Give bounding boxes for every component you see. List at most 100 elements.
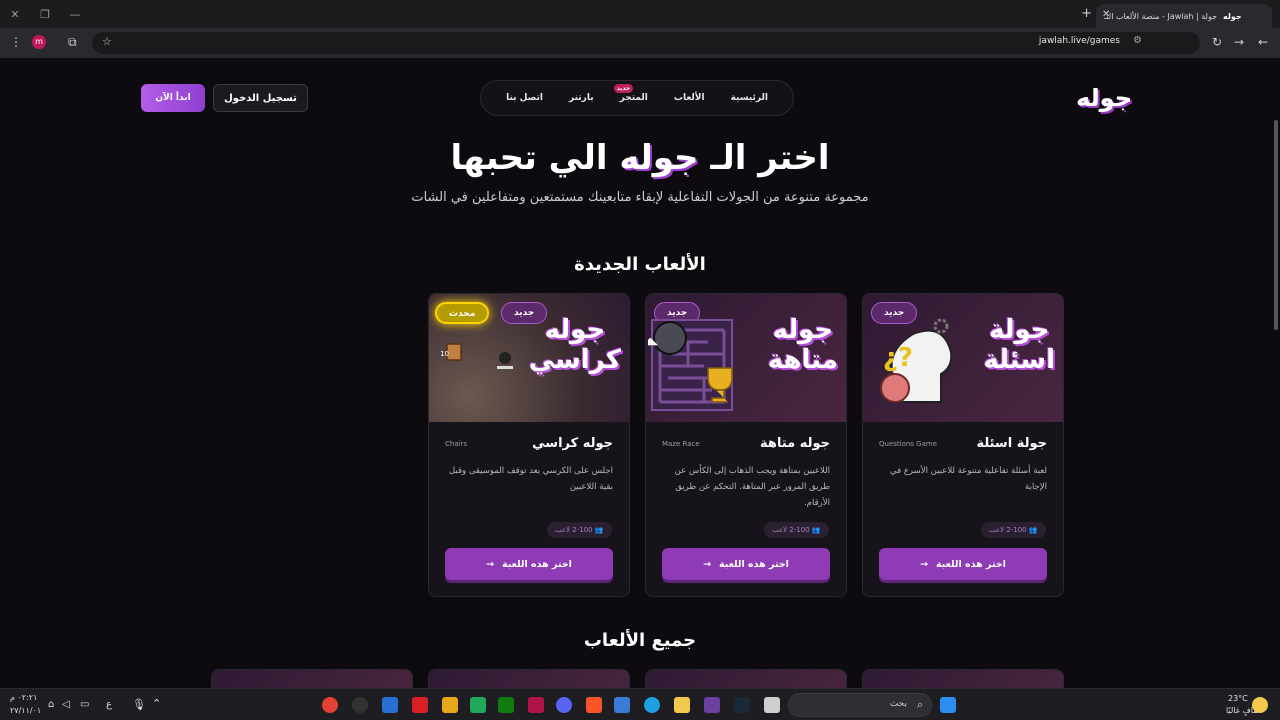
- folder-icon[interactable]: [674, 697, 690, 713]
- card-english-name: Chairs: [445, 440, 468, 448]
- card-description: اللاعبين بمتاهة ويجب الذهاب إلى الكأس عن…: [674, 466, 830, 509]
- card-body: جولة اسئلة Questions Game لعبة أسئلة تفا…: [863, 422, 1063, 596]
- weather-icon[interactable]: [1252, 697, 1268, 713]
- search-icon: ⌕: [916, 698, 923, 711]
- new-badge: جديد: [613, 84, 634, 93]
- nav-contact[interactable]: اتصل بنا: [506, 93, 543, 103]
- players-count: 2-100 لاعب: [772, 526, 810, 534]
- chrome-icon[interactable]: [322, 697, 338, 713]
- back-icon[interactable]: ←: [1258, 35, 1268, 49]
- language-indicator[interactable]: ع: [106, 699, 112, 710]
- clock-time[interactable]: ٠٢:٢١ م: [10, 693, 37, 702]
- taskbar-search[interactable]: بحث ⌕: [788, 693, 932, 717]
- edge-icon[interactable]: [644, 697, 660, 713]
- card-thumbnail: [646, 670, 846, 688]
- minimize-icon[interactable]: —: [60, 0, 90, 28]
- search-label: بحث: [889, 699, 907, 709]
- start-now-button[interactable]: ابدأ الآن: [141, 84, 205, 112]
- game-card-preview[interactable]: [428, 669, 630, 688]
- page-title: اختر الـ جوله الي تحبها: [0, 138, 1280, 178]
- chevron-up-icon[interactable]: ⌃: [152, 697, 161, 710]
- title-pre: اختر الـ: [710, 138, 830, 178]
- card-thumb-title: جوله كراسي: [528, 315, 621, 375]
- svg-text:◣◢: ◣◢: [648, 336, 658, 347]
- card-thumb-title: جولة اسئلة: [983, 315, 1055, 375]
- game-card-chairs[interactable]: جديد محدث 10 جوله كراسي جوله كراسي Chair…: [428, 293, 630, 597]
- new-tab-icon[interactable]: +: [1081, 6, 1092, 21]
- choose-label: اختر هذه اللعبة: [936, 558, 1006, 570]
- extensions-icon[interactable]: ⧉: [68, 35, 77, 50]
- choose-game-button[interactable]: اختر هذه اللعبة →: [662, 548, 830, 580]
- steam-icon[interactable]: [734, 697, 750, 713]
- nav-store[interactable]: المتجر جديد: [613, 84, 648, 103]
- page-subtitle: مجموعة متنوعة من الجولات التفاعلية لإبقا…: [411, 190, 869, 205]
- card-thumb-title: جوله متاهة: [767, 315, 838, 375]
- game-card-preview[interactable]: [862, 669, 1064, 688]
- title-post: الي تحبها: [450, 138, 608, 178]
- brave-icon[interactable]: [586, 697, 602, 713]
- close-tab-icon[interactable]: ✕: [1102, 9, 1110, 20]
- game-card-preview[interactable]: [645, 669, 847, 688]
- close-window-icon[interactable]: ✕: [0, 0, 30, 28]
- nav-home[interactable]: الرئيسية: [731, 93, 768, 103]
- xbox-icon[interactable]: [498, 697, 514, 713]
- weather-temp[interactable]: 23°C: [1228, 694, 1248, 703]
- microphone-icon[interactable]: 🎙: [132, 698, 146, 711]
- choose-game-button[interactable]: اختر هذه اللعبة →: [445, 548, 613, 580]
- card-english-name: Maze Race: [662, 440, 700, 448]
- card-thumbnail: جديد ?¿ جولة اسئلة: [863, 294, 1063, 422]
- wifi-icon[interactable]: ⌂: [48, 699, 54, 710]
- site-info-icon[interactable]: ⚙: [1133, 35, 1142, 46]
- players-count: 2-100 لاعب: [989, 526, 1027, 534]
- users-icon: 👥: [592, 526, 604, 534]
- users-icon: 👥: [809, 526, 821, 534]
- card-thumbnail: جديد ◣◢ جوله متاهة: [646, 294, 846, 422]
- game-card-questions[interactable]: جديد ?¿ جولة اسئلة جولة اسئلة Questions …: [862, 293, 1064, 597]
- card-body: جوله كراسي Chairs اجلس على الكرسي بعد تو…: [429, 422, 629, 596]
- volume-icon[interactable]: ◁: [62, 699, 70, 710]
- reload-icon[interactable]: ↻: [1212, 35, 1222, 49]
- brain-question-icon: ?¿: [880, 318, 953, 403]
- battery-icon[interactable]: ▭: [80, 699, 89, 710]
- browser-tab[interactable]: جوله جولة | Jawlah - منصة الألعاب التـ ✕: [1096, 4, 1272, 28]
- url-text: jawlah.live/games: [1038, 36, 1120, 46]
- nav-games[interactable]: الألعاب: [674, 93, 705, 103]
- app-icon[interactable]: [528, 697, 544, 713]
- card-thumbnail: [429, 670, 629, 688]
- maze-trophy-icon: ◣◢: [648, 319, 733, 411]
- new-games-heading: الألعاب الجديدة: [574, 254, 706, 275]
- clock-date[interactable]: ٢٧/١١/٠١: [10, 706, 41, 715]
- app-icon[interactable]: [352, 697, 368, 713]
- card-english-name: Questions Game: [879, 440, 938, 448]
- card-body: جوله متاهة Maze Race اللاعبين بمتاهة ويج…: [646, 422, 846, 596]
- game-card-maze[interactable]: جديد ◣◢ جوله متاهة جوله متاهة Maze Race …: [645, 293, 847, 597]
- windows-start-icon[interactable]: [940, 697, 956, 713]
- forward-icon[interactable]: →: [1234, 35, 1244, 49]
- arrow-icon: →: [703, 558, 712, 570]
- app-icon[interactable]: [764, 697, 780, 713]
- play-icon[interactable]: [470, 697, 486, 713]
- bookmark-star-icon[interactable]: ☆: [102, 35, 112, 48]
- restore-icon[interactable]: ❐: [30, 0, 60, 28]
- nav-partner[interactable]: بارتنر: [569, 93, 594, 103]
- app-icon[interactable]: [442, 697, 458, 713]
- discord-icon[interactable]: [556, 697, 572, 713]
- svg-text:10: 10: [440, 350, 449, 358]
- address-bar[interactable]: ☆ ⚙ jawlah.live/games: [92, 32, 1200, 54]
- players-badge: 👥 2-100 لاعب: [764, 522, 829, 538]
- game-card-preview[interactable]: [211, 669, 413, 688]
- updated-badge: محدث: [435, 302, 490, 324]
- svg-text:?¿: ?¿: [883, 343, 913, 373]
- netflix-icon[interactable]: [412, 697, 428, 713]
- menu-icon[interactable]: ⋮: [10, 35, 22, 49]
- users-icon: 👥: [1026, 526, 1038, 534]
- site-logo[interactable]: جوله: [1076, 84, 1132, 112]
- players-badge: 👥 2-100 لاعب: [547, 522, 612, 538]
- profile-avatar[interactable]: m: [32, 35, 46, 49]
- store-icon[interactable]: [614, 697, 630, 713]
- choose-game-button[interactable]: اختر هذه اللعبة →: [879, 548, 1047, 580]
- players-count: 2-100 لاعب: [555, 526, 593, 534]
- login-button[interactable]: تسجيل الدخول: [213, 84, 308, 112]
- app-icon[interactable]: [704, 697, 720, 713]
- app-icon[interactable]: [382, 697, 398, 713]
